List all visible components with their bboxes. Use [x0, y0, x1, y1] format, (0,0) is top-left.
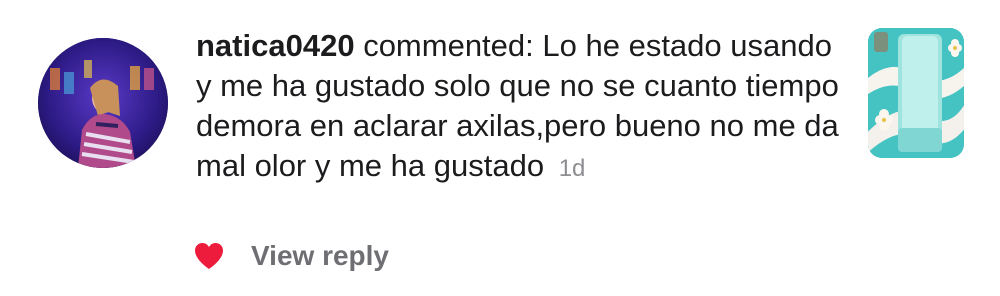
post-thumbnail[interactable]	[868, 28, 964, 158]
comment-username[interactable]: natica0420	[196, 28, 355, 63]
avatar[interactable]	[38, 38, 168, 168]
comment-action: commented:	[363, 28, 534, 63]
comment-text: natica0420 commented: Lo he estado usand…	[196, 26, 846, 189]
view-reply-link[interactable]: View reply	[251, 240, 389, 272]
heart-icon[interactable]	[193, 241, 225, 271]
comment-actions: View reply	[193, 236, 389, 276]
comment-timestamp: 1d	[558, 155, 586, 182]
